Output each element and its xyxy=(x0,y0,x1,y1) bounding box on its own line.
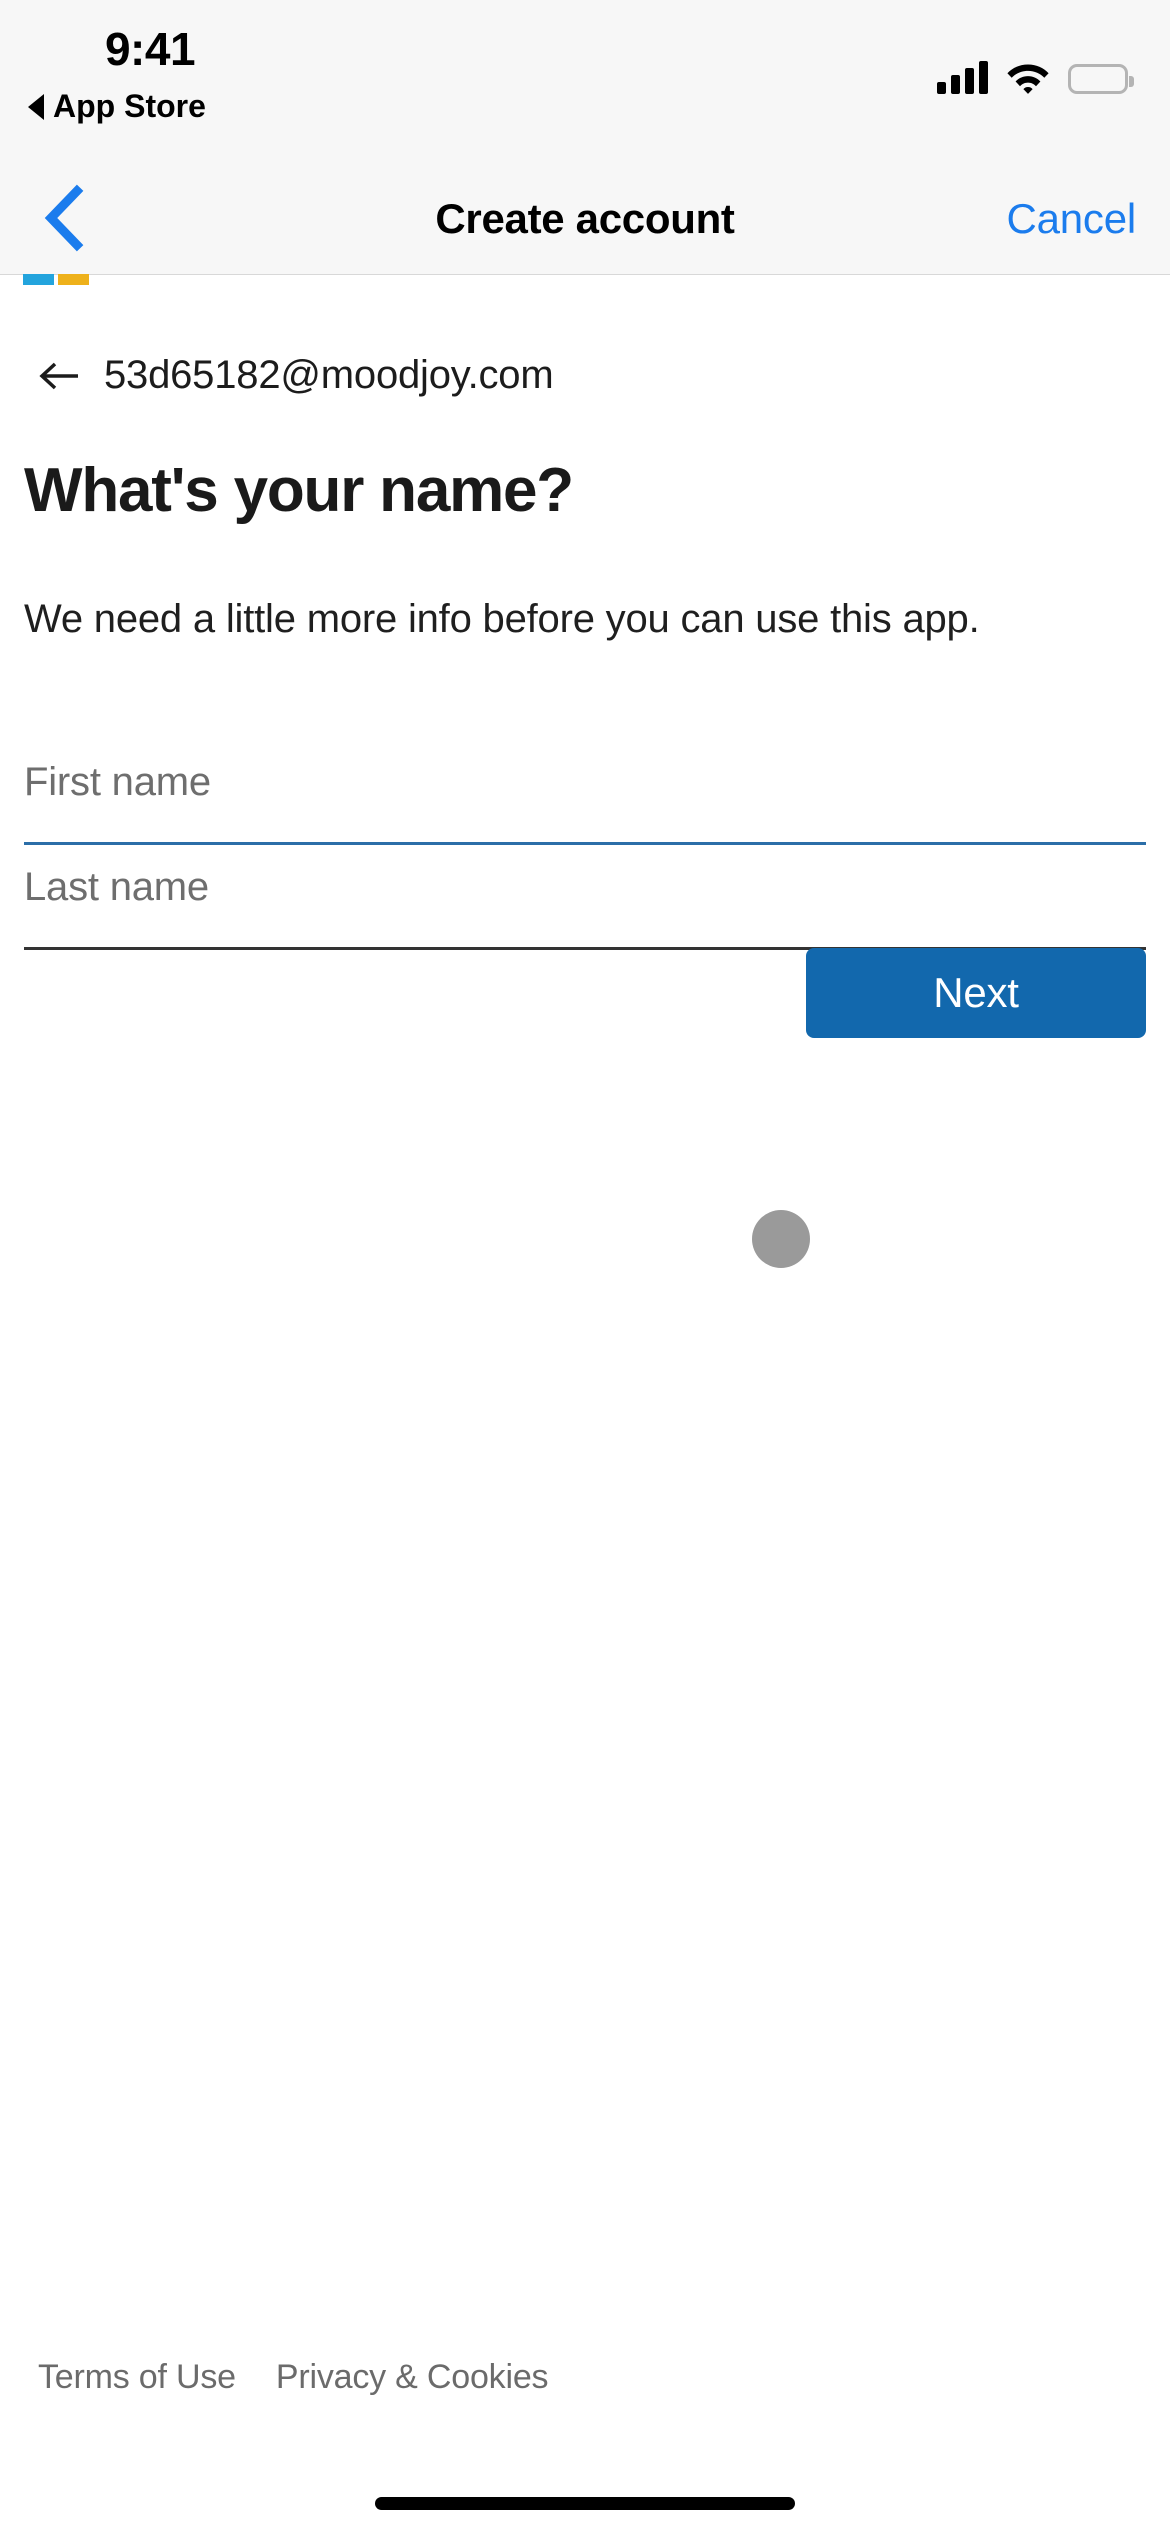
last-name-field[interactable] xyxy=(24,845,1146,950)
progress-segment-1 xyxy=(23,274,54,285)
last-name-input[interactable] xyxy=(24,846,1146,950)
terms-of-use-link[interactable]: Terms of Use xyxy=(38,2358,236,2397)
status-time: 9:41 xyxy=(104,23,196,75)
subtext: We need a little more info before you ca… xyxy=(24,597,980,641)
cellular-signal-icon xyxy=(937,60,988,94)
back-to-app-store-link[interactable]: App Store xyxy=(28,88,206,125)
triangle-left-icon xyxy=(28,93,44,120)
arrow-left-icon xyxy=(38,358,82,394)
progress-indicator xyxy=(23,274,89,285)
progress-segment-2 xyxy=(58,274,89,285)
battery-icon xyxy=(1068,64,1134,94)
touch-point-indicator xyxy=(752,1210,810,1268)
wifi-icon xyxy=(1006,60,1050,94)
nav-bar: Create account Cancel xyxy=(0,163,1170,275)
footer-links: Terms of Use Privacy & Cookies xyxy=(38,2358,549,2397)
next-button[interactable]: Next xyxy=(806,948,1146,1038)
back-to-app-store-label: App Store xyxy=(53,88,206,124)
privacy-and-cookies-link[interactable]: Privacy & Cookies xyxy=(276,2358,549,2397)
status-indicators xyxy=(937,48,1134,94)
phone-screen: 9:41 App Store Create account Cancel 53d… xyxy=(0,0,1170,2532)
headline: What's your name? xyxy=(24,456,574,525)
first-name-input[interactable] xyxy=(24,741,1146,845)
first-name-field[interactable] xyxy=(24,740,1146,845)
account-email: 53d65182@moodjoy.com xyxy=(104,353,554,397)
page-title: Create account xyxy=(435,195,735,242)
status-bar: 9:41 App Store xyxy=(0,0,1170,163)
cancel-button[interactable]: Cancel xyxy=(1006,163,1136,275)
email-back-row[interactable]: 53d65182@moodjoy.com xyxy=(38,353,554,398)
home-indicator[interactable] xyxy=(375,2497,795,2510)
